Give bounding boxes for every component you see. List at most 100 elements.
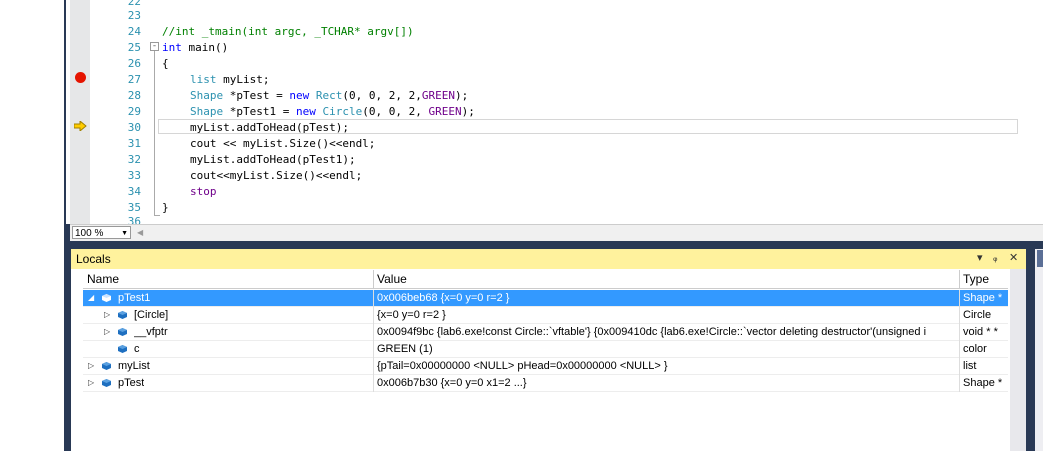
zoom-value: 100 % (75, 228, 104, 239)
column-divider (373, 341, 374, 358)
line-number: 33 (127, 169, 141, 182)
column-divider (959, 290, 960, 307)
code-line[interactable]: Shape *pTest1 = new Circle(0, 0, 2, GREE… (190, 104, 475, 120)
local-value[interactable]: {pTail=0x00000000 <NULL> pHead=0x0000000… (377, 358, 957, 374)
column-divider (373, 307, 374, 324)
local-name: myList (118, 360, 150, 372)
locals-title: Locals (76, 252, 111, 266)
left-gutter-area (0, 0, 66, 451)
local-value[interactable]: 0x006b7b30 {x=0 y=0 x1=2 ...} (377, 375, 957, 391)
instruction-pointer-icon[interactable] (74, 121, 87, 131)
column-header-name[interactable]: Name (87, 272, 119, 286)
chevron-down-icon[interactable]: ▼ (121, 227, 128, 240)
local-type: Shape * (963, 292, 1003, 304)
local-type: void * * (963, 326, 998, 338)
outline-line (154, 51, 155, 216)
right-side-panel (1035, 249, 1043, 451)
column-divider[interactable] (959, 270, 960, 288)
keyword-new: new (295, 105, 316, 118)
locals-row[interactable]: ◢ pTest1 0x006beb68 {x=0 y=0 r=2 } Shape * (83, 290, 1008, 307)
locals-row[interactable]: ▷ __vfptr 0x0094f9bc {lab6.exe!const Circl… (83, 324, 1008, 341)
expand-toggle-icon[interactable]: ▷ (104, 324, 110, 340)
object-icon (102, 294, 111, 302)
code-line[interactable]: cout << myList.Size()<<endl; (190, 136, 375, 152)
line-number: 27 (127, 73, 141, 86)
close-icon[interactable]: ✕ (1009, 251, 1018, 264)
type-list: list (190, 73, 217, 86)
local-name: __vfptr (134, 326, 168, 338)
code-line[interactable]: myList.addToHead(pTest1); (190, 152, 356, 168)
pin-icon[interactable]: ᵩ (993, 251, 998, 264)
collapse-toggle-icon[interactable]: - (150, 42, 159, 51)
column-divider (959, 324, 960, 341)
expand-toggle-icon[interactable]: ▷ (104, 307, 110, 323)
type-rect: Rect (315, 89, 343, 102)
field-icon (102, 362, 111, 370)
local-value[interactable]: GREEN (1) (377, 341, 957, 357)
code-line[interactable]: stop (190, 184, 217, 200)
code-line[interactable]: } (162, 200, 169, 216)
code-line[interactable]: { (162, 56, 169, 72)
column-divider[interactable] (373, 270, 374, 288)
column-divider (373, 324, 374, 341)
local-name: pTest (118, 377, 145, 389)
locals-row[interactable]: ▷ myList {pTail=0x00000000 <NULL> pHead=0x… (83, 358, 1008, 375)
glyph-margin[interactable] (70, 0, 90, 224)
enum-field-icon (118, 345, 127, 353)
outline-line-end (154, 215, 160, 216)
code-line[interactable]: list myList; (190, 72, 269, 88)
column-divider (959, 307, 960, 324)
keyword-int: int (162, 41, 182, 54)
locals-title-bar[interactable]: Locals ▾ ᵩ ✕ (71, 249, 1026, 269)
right-panel-tab[interactable] (1037, 250, 1043, 267)
locals-window: Locals ▾ ᵩ ✕ Name Value Type ◢ pTest1 0x00… (71, 249, 1026, 451)
column-header-type[interactable]: Type (963, 272, 989, 286)
zoom-dropdown[interactable]: 100 % ▼ (72, 226, 131, 239)
local-type: color (963, 343, 987, 355)
local-value[interactable]: 0x0094f9bc {lab6.exe!const Circle::`vfta… (377, 324, 957, 340)
locals-scrollbar[interactable] (1010, 269, 1026, 451)
column-divider (373, 375, 374, 392)
column-divider (959, 341, 960, 358)
editor-status-bar (70, 224, 1043, 241)
line-number: 34 (127, 185, 141, 198)
expand-toggle-icon[interactable]: ▷ (88, 375, 94, 391)
type-circle: Circle (322, 105, 363, 118)
column-divider (373, 290, 374, 307)
scroll-left-icon[interactable]: ◀ (137, 228, 143, 237)
field-icon (118, 311, 127, 319)
enum-green: GREEN (421, 89, 455, 102)
field-icon (118, 328, 127, 336)
local-value[interactable]: {x=0 y=0 r=2 } (377, 307, 957, 323)
line-number: 24 (127, 25, 141, 38)
line-number: 25 (127, 41, 141, 54)
locals-grid-header: Name Value Type (83, 270, 1008, 289)
locals-row[interactable]: ▷ pTest 0x006b7b30 {x=0 y=0 x1=2 ...} Shape… (83, 375, 1008, 392)
code-line[interactable]: //int _tmain(int argc, _TCHAR* argv[]) (162, 24, 414, 40)
local-name: c (134, 343, 140, 355)
local-value[interactable]: 0x006beb68 {x=0 y=0 r=2 } (377, 290, 957, 306)
window-position-dropdown-icon[interactable]: ▾ (977, 251, 983, 264)
field-icon (102, 379, 111, 387)
line-number: 26 (127, 57, 141, 70)
column-header-value[interactable]: Value (377, 272, 407, 286)
type-shape: Shape (190, 89, 224, 102)
code-line[interactable]: myList.addToHead(pTest); (190, 120, 349, 136)
code-line[interactable]: int main() (162, 40, 228, 56)
code-line[interactable]: cout<<myList.Size()<<endl; (190, 168, 362, 184)
local-name: pTest1 (118, 292, 151, 304)
line-number: 23 (127, 9, 141, 22)
locals-row[interactable]: c GREEN (1) color (83, 341, 1008, 358)
line-number: 28 (127, 89, 141, 102)
enum-green: GREEN (428, 105, 462, 118)
keyword-new: new (289, 89, 310, 102)
expand-toggle-icon[interactable]: ▷ (88, 358, 94, 374)
column-divider (959, 375, 960, 392)
local-type: Shape * (963, 377, 1003, 389)
line-number: 32 (127, 153, 141, 166)
code-line[interactable]: Shape *pTest = new Rect(0, 0, 2, 2,GREEN… (190, 88, 468, 104)
breakpoint-icon[interactable] (75, 72, 86, 83)
right-window-border (1026, 249, 1035, 451)
locals-row[interactable]: ▷ [Circle] {x=0 y=0 r=2 } Circle (83, 307, 1008, 324)
expand-toggle-icon[interactable]: ◢ (88, 290, 94, 306)
